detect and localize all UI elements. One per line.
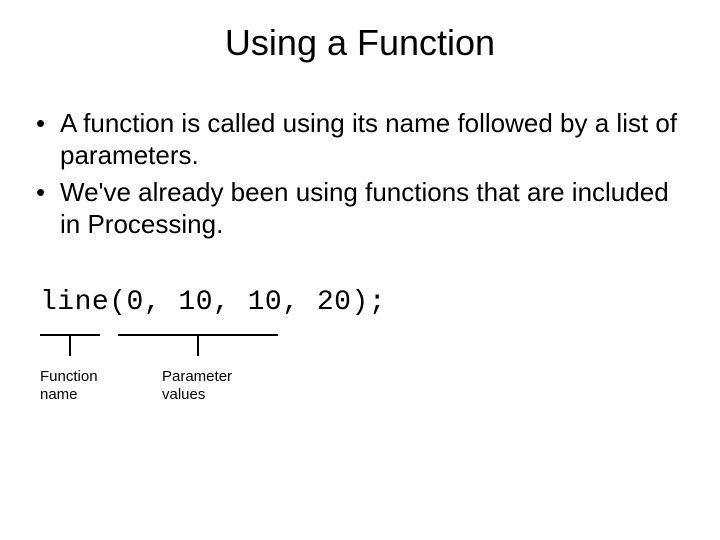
- bullet-list: A function is called using its name foll…: [30, 108, 690, 241]
- bullet-item: A function is called using its name foll…: [30, 108, 690, 171]
- label-function-name: Function name: [40, 368, 98, 404]
- slide-title: Using a Function: [0, 0, 720, 64]
- slide-body: A function is called using its name foll…: [0, 64, 720, 438]
- code-example: line(0, 10, 10, 20);: [40, 287, 690, 318]
- bracket-function-name: [40, 334, 100, 356]
- annotation-layer: Function name Parameter values: [30, 318, 690, 438]
- bracket-parameter-values: [118, 334, 278, 356]
- label-parameter-values: Parameter values: [162, 368, 232, 404]
- bullet-item: We've already been using functions that …: [30, 177, 690, 240]
